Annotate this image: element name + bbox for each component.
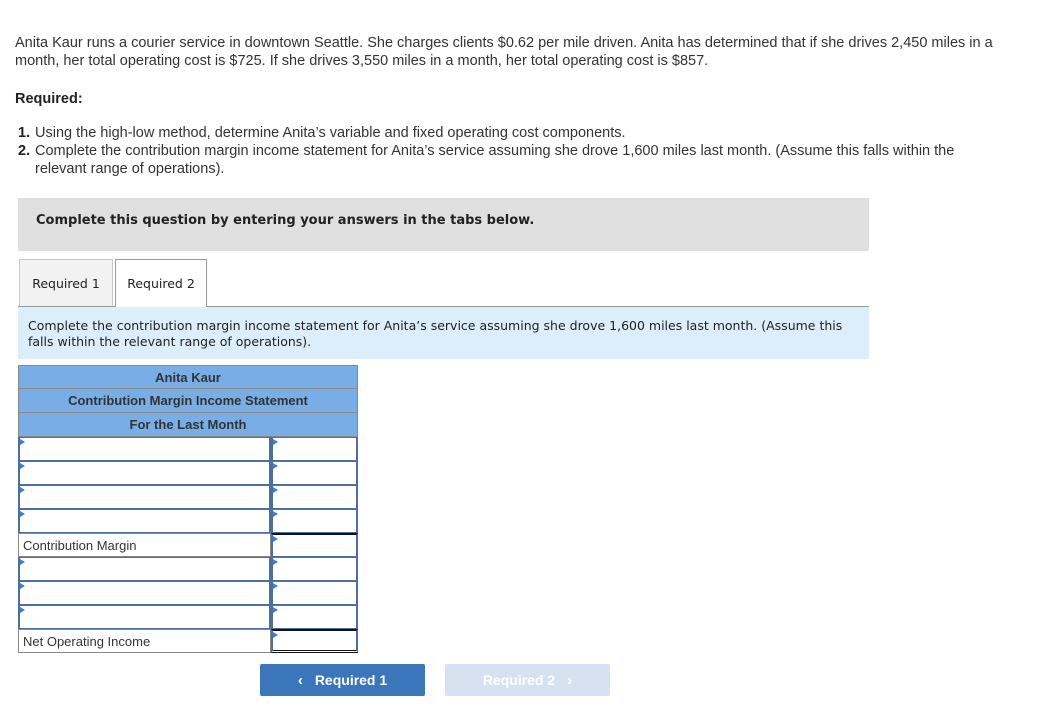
label-cell[interactable] xyxy=(18,437,271,461)
amount-input[interactable] xyxy=(273,582,356,604)
problem-intro: Anita Kaur runs a courier service in dow… xyxy=(15,35,993,69)
requirement-text: Using the high-low method, determine Ani… xyxy=(35,125,626,141)
contribution-margin-label: Contribution Margin xyxy=(18,533,271,557)
amount-cell[interactable] xyxy=(271,509,358,533)
next-button-label: Required 2 xyxy=(482,672,556,688)
label-cell[interactable] xyxy=(18,557,271,581)
required-heading: Required: xyxy=(15,91,83,107)
amount-input[interactable] xyxy=(273,606,356,628)
amount-input[interactable] xyxy=(273,462,356,484)
amount-cell[interactable] xyxy=(271,605,358,629)
amount-input[interactable] xyxy=(273,486,356,508)
label-cell[interactable] xyxy=(18,581,271,605)
statement-row xyxy=(18,557,358,581)
tab-bar: Required 1 Required 2 xyxy=(18,259,869,307)
requirement-item: 1. Using the high-low method, determine … xyxy=(18,124,978,142)
next-required-button[interactable]: Required 2 › xyxy=(445,664,610,696)
requirement-item: 2. Complete the contribution margin inco… xyxy=(18,142,978,178)
label-input[interactable] xyxy=(20,606,269,628)
requirement-number: 2. xyxy=(18,143,31,159)
requirements-list: 1. Using the high-low method, determine … xyxy=(18,124,978,178)
amount-input[interactable] xyxy=(273,558,356,580)
net-operating-income-input[interactable] xyxy=(273,631,356,650)
chevron-right-icon: › xyxy=(567,671,573,689)
income-statement-table: Anita Kaur Contribution Margin Income St… xyxy=(18,365,358,653)
amount-cell[interactable] xyxy=(271,533,358,557)
tab-required-2[interactable]: Required 2 xyxy=(115,259,207,307)
tab-description: Complete the contribution margin income … xyxy=(18,307,869,359)
net-operating-income-label: Net Operating Income xyxy=(18,629,271,653)
statement-row xyxy=(18,461,358,485)
requirement-text: Complete the contribution margin income … xyxy=(35,143,955,177)
instruction-text: Complete this question by entering your … xyxy=(36,213,535,228)
amount-input[interactable] xyxy=(273,510,356,532)
contribution-margin-input[interactable] xyxy=(273,535,356,556)
chevron-left-icon: ‹ xyxy=(297,671,303,689)
prev-required-button[interactable]: ‹ Required 1 xyxy=(260,664,425,696)
net-operating-income-row: Net Operating Income xyxy=(18,629,358,653)
statement-row xyxy=(18,509,358,533)
amount-input[interactable] xyxy=(273,438,356,460)
amount-cell[interactable] xyxy=(271,485,358,509)
contribution-margin-row: Contribution Margin xyxy=(18,533,358,557)
amount-cell[interactable] xyxy=(271,461,358,485)
requirement-number: 1. xyxy=(18,125,31,141)
label-input[interactable] xyxy=(20,486,269,508)
statement-row xyxy=(18,605,358,629)
label-input[interactable] xyxy=(20,510,269,532)
amount-cell[interactable] xyxy=(271,629,358,653)
statement-period: For the Last Month xyxy=(18,413,358,437)
statement-row xyxy=(18,581,358,605)
label-input[interactable] xyxy=(20,438,269,460)
amount-cell[interactable] xyxy=(271,437,358,461)
label-cell[interactable] xyxy=(18,605,271,629)
label-input[interactable] xyxy=(20,462,269,484)
amount-cell[interactable] xyxy=(271,581,358,605)
label-cell[interactable] xyxy=(18,509,271,533)
amount-cell[interactable] xyxy=(271,557,358,581)
statement-row xyxy=(18,437,358,461)
label-cell[interactable] xyxy=(18,461,271,485)
prev-button-label: Required 1 xyxy=(314,672,388,688)
label-input[interactable] xyxy=(20,558,269,580)
statement-title: Contribution Margin Income Statement xyxy=(18,389,358,413)
tab-required-1[interactable]: Required 1 xyxy=(19,259,113,306)
statement-company: Anita Kaur xyxy=(18,365,358,389)
label-input[interactable] xyxy=(20,582,269,604)
statement-row xyxy=(18,485,358,509)
label-cell[interactable] xyxy=(18,485,271,509)
instruction-banner: Complete this question by entering your … xyxy=(18,198,869,251)
